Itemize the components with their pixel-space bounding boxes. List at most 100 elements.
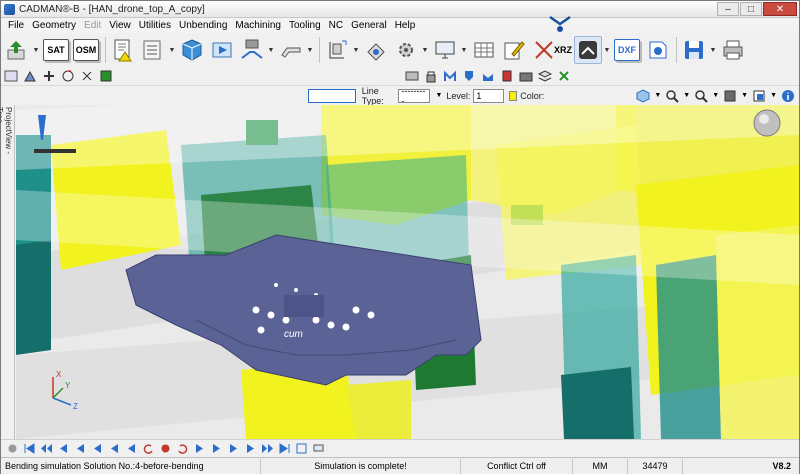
tool-flip-icon — [82, 71, 92, 81]
prev-bend-button[interactable] — [108, 442, 121, 455]
bend-tool-dropdown[interactable]: ▼ — [268, 36, 275, 64]
menu-geometry[interactable]: Geometry — [32, 20, 76, 31]
simulate-button[interactable] — [208, 36, 236, 64]
menu-nc[interactable]: NC — [329, 20, 343, 31]
menu-help[interactable]: Help — [395, 20, 416, 31]
level-input[interactable]: 1 — [473, 88, 504, 103]
menu-file[interactable]: File — [8, 20, 24, 31]
tool-list-button[interactable] — [3, 68, 19, 84]
chevron-down-icon[interactable]: ▼ — [683, 92, 690, 99]
bend-tool-button[interactable] — [238, 36, 266, 64]
view-3d-button[interactable] — [178, 36, 206, 64]
chevron-down-icon[interactable]: ▼ — [712, 92, 719, 99]
bend-sim-dropdown[interactable]: ▼ — [604, 36, 611, 64]
forward-button[interactable] — [244, 442, 257, 455]
menu-general[interactable]: General — [351, 20, 387, 31]
fast-forward-button[interactable] — [261, 442, 274, 455]
first-frame-button[interactable] — [23, 442, 36, 455]
bend-sim-button[interactable] — [574, 36, 602, 64]
view-gauge-button[interactable] — [442, 68, 458, 84]
zoom-window-button[interactable] — [664, 88, 680, 104]
list-dropdown[interactable]: ▼ — [169, 36, 176, 64]
chevron-down-icon[interactable]: ▼ — [741, 92, 748, 99]
menu-unbending[interactable]: Unbending — [179, 20, 227, 31]
monitor-button[interactable] — [431, 36, 459, 64]
element-count: 34479 — [628, 458, 683, 474]
view-grid-button[interactable] — [404, 68, 420, 84]
machine-setup-button[interactable] — [392, 36, 420, 64]
menu-machining[interactable]: Machining — [235, 20, 281, 31]
maximize-button[interactable]: □ — [740, 2, 762, 16]
save-button[interactable] — [680, 36, 708, 64]
tool-rotate-button[interactable] — [60, 68, 76, 84]
view-machine-button[interactable] — [518, 68, 534, 84]
loop-button[interactable] — [295, 442, 308, 455]
view-layers-button[interactable] — [537, 68, 553, 84]
zoom-button[interactable] — [693, 88, 709, 104]
print-button[interactable] — [719, 36, 747, 64]
left-teal-die — [16, 240, 51, 355]
fast-back-button[interactable] — [40, 442, 53, 455]
menu-view[interactable]: View — [109, 20, 131, 31]
list-button[interactable] — [139, 36, 167, 64]
tool-move-button[interactable] — [41, 68, 57, 84]
chevron-down-icon[interactable]: ▼ — [654, 92, 661, 99]
3d-viewport[interactable]: cum X Y Z — [16, 105, 799, 439]
project-tree-tab[interactable]: ProjectView - Tree — [0, 107, 13, 165]
nc-export-button[interactable] — [643, 36, 671, 64]
import-button[interactable] — [3, 36, 31, 64]
profile-dropdown[interactable]: ▼ — [307, 36, 314, 64]
last-frame-button[interactable] — [278, 442, 291, 455]
view-cube-button[interactable] — [635, 88, 651, 104]
view-die-button[interactable] — [480, 68, 496, 84]
line-type-select[interactable]: --------- — [398, 86, 431, 106]
shading-button[interactable] — [722, 88, 738, 104]
tool-setup-button[interactable] — [362, 36, 390, 64]
dxf-export-button[interactable]: DXF — [613, 36, 641, 64]
view-holder-button[interactable] — [499, 68, 515, 84]
view-reset-button[interactable] — [556, 68, 572, 84]
dimension-button[interactable] — [323, 36, 351, 64]
chevron-down-icon[interactable]: ▼ — [435, 92, 442, 99]
save-dropdown[interactable]: ▼ — [710, 36, 717, 64]
collision-icon[interactable] — [159, 442, 172, 455]
chevron-down-icon[interactable]: ▼ — [770, 92, 777, 99]
info-button[interactable] — [780, 88, 796, 104]
entity-name-input[interactable] — [308, 88, 356, 103]
rewind-button[interactable] — [125, 442, 138, 455]
close-button[interactable]: ✕ — [763, 2, 797, 16]
redo-icon[interactable] — [176, 442, 189, 455]
tool-place-button[interactable] — [98, 68, 114, 84]
minimize-button[interactable]: – — [717, 2, 739, 16]
view-punch-button[interactable] — [461, 68, 477, 84]
monitor-dropdown[interactable]: ▼ — [461, 36, 468, 64]
display-mode-button[interactable] — [751, 88, 767, 104]
profile-button[interactable] — [277, 36, 305, 64]
edit-note-button[interactable] — [500, 36, 528, 64]
monitor-icon[interactable] — [312, 442, 325, 455]
menu-tooling[interactable]: Tooling — [289, 20, 321, 31]
osm-export-button[interactable]: OSM — [72, 36, 100, 64]
report-button[interactable] — [109, 36, 137, 64]
axis-z-label: Z — [73, 402, 78, 411]
menu-utilities[interactable]: Utilities — [139, 20, 171, 31]
undo-icon[interactable] — [142, 442, 155, 455]
import-dropdown[interactable]: ▼ — [33, 36, 40, 64]
view-lock-button[interactable] — [423, 68, 439, 84]
reverse-button[interactable] — [91, 442, 104, 455]
back-button[interactable] — [74, 442, 87, 455]
dimension-dropdown[interactable]: ▼ — [353, 36, 360, 64]
menu-edit[interactable]: Edit — [84, 20, 101, 31]
step-forward-button[interactable] — [227, 442, 240, 455]
machine-setup-dropdown[interactable]: ▼ — [422, 36, 429, 64]
next-bend-button[interactable] — [210, 442, 223, 455]
sat-export-button[interactable]: SAT — [42, 36, 70, 64]
tool-insert-button[interactable] — [22, 68, 38, 84]
settings-icon[interactable] — [6, 442, 19, 455]
tool-flip-button[interactable] — [79, 68, 95, 84]
color-swatch[interactable] — [508, 90, 518, 101]
play-button[interactable] — [193, 442, 206, 455]
table-button[interactable] — [470, 36, 498, 64]
step-back-button[interactable] — [57, 442, 70, 455]
pencil-note-icon — [504, 41, 525, 60]
